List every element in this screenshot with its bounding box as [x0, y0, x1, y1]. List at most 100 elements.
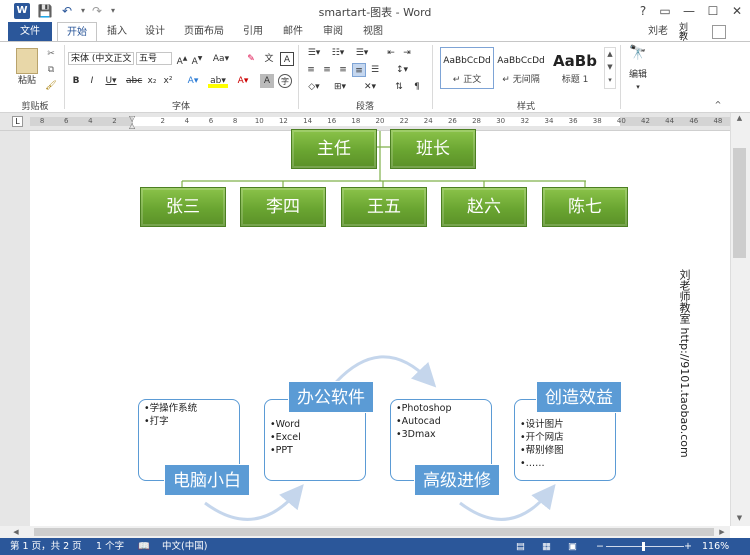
subscript-icon[interactable]: x₂ [146, 74, 158, 88]
scroll-down-icon[interactable]: ▼ [733, 514, 746, 524]
align-right-icon[interactable]: ≡ [336, 63, 350, 77]
font-name-combo[interactable]: 宋体 (中文正文 [68, 52, 134, 65]
ribbon-display-button[interactable]: ▭ [654, 2, 676, 20]
process-title-1[interactable]: 电脑小白 [164, 464, 250, 496]
increase-indent-icon[interactable]: ⇥ [400, 46, 414, 60]
org-node-3[interactable]: 王五 [341, 187, 427, 227]
quick-access-dropdown-icon[interactable]: ▾ [104, 3, 122, 19]
tab-selector[interactable]: L [12, 116, 23, 127]
enclose-char-icon[interactable]: 字 [278, 74, 292, 88]
paste-button[interactable]: 粘贴 [10, 74, 44, 88]
card-item: •Autocad [396, 416, 441, 427]
align-center-icon[interactable]: ≡ [320, 63, 334, 77]
print-layout-icon[interactable]: ▦ [542, 538, 551, 555]
text-effects-icon[interactable]: A▾ [184, 74, 202, 88]
multilevel-list-icon[interactable]: ☰▾ [352, 46, 372, 60]
char-shading-icon[interactable]: A [260, 74, 274, 88]
horizontal-scroll-thumb[interactable] [34, 528, 714, 536]
scroll-up-icon[interactable]: ▲ [733, 114, 746, 124]
zoom-level[interactable]: 116% [702, 538, 729, 555]
shrink-font-icon[interactable]: A▼ [190, 52, 204, 67]
shading-icon[interactable]: ◇▾ [304, 80, 324, 94]
tab-insert[interactable]: 插入 [100, 22, 134, 41]
user-name[interactable]: 刘老 [648, 22, 668, 41]
minimize-button[interactable]: — [678, 2, 700, 20]
web-layout-icon[interactable]: ▣ [568, 538, 577, 555]
decrease-indent-icon[interactable]: ⇤ [384, 46, 398, 60]
page-count[interactable]: 第 1 页，共 2 页 [10, 538, 82, 555]
ruler-tick-label: 44 [665, 117, 675, 125]
zoom-in-icon[interactable]: + [684, 538, 692, 555]
show-marks-icon[interactable]: ¶ [410, 80, 424, 94]
bullets-icon[interactable]: ☰▾ [304, 46, 324, 60]
card-item: •3Dmax [396, 429, 436, 440]
tab-file[interactable]: 文件 [8, 22, 52, 41]
change-case-icon[interactable]: Aa▾ [210, 52, 232, 66]
copy-icon[interactable]: ⧉ [44, 63, 58, 77]
italic-icon[interactable]: I [86, 74, 98, 88]
collapse-ribbon-icon[interactable]: ^ [712, 98, 724, 112]
tab-references[interactable]: 引用 [236, 22, 270, 41]
close-button[interactable]: ✕ [726, 2, 748, 20]
scroll-left-icon[interactable]: ◀ [10, 526, 22, 538]
user-avatar[interactable] [712, 25, 726, 39]
tab-layout[interactable]: 页面布局 [178, 22, 230, 41]
save-icon[interactable]: 💾 [36, 3, 54, 19]
vertical-scroll-thumb[interactable] [733, 148, 746, 258]
char-border-icon[interactable]: A [280, 52, 294, 66]
chinese-layout-icon[interactable]: ✕▾ [360, 80, 380, 94]
strikethrough-icon[interactable]: abc [126, 74, 142, 88]
grow-font-icon[interactable]: A▲ [175, 52, 189, 67]
align-left-icon[interactable]: ≡ [304, 63, 318, 77]
styles-scroll[interactable]: ▲ ▼ ▾ [604, 47, 616, 89]
org-node-4[interactable]: 赵六 [441, 187, 527, 227]
org-node-1[interactable]: 张三 [140, 187, 226, 227]
clear-format-icon[interactable]: ✎ [244, 52, 258, 66]
justify-icon[interactable]: ≡ [352, 63, 366, 77]
bold-icon[interactable]: B [70, 74, 82, 88]
tab-mailings[interactable]: 邮件 [276, 22, 310, 41]
org-node-2[interactable]: 李四 [240, 187, 326, 227]
superscript-icon[interactable]: x² [162, 74, 174, 88]
line-spacing-icon[interactable]: ↕▾ [392, 63, 412, 77]
zoom-out-icon[interactable]: − [596, 538, 604, 555]
phonetic-guide-icon[interactable]: 文 [262, 52, 276, 66]
borders-icon[interactable]: ⊞▾ [330, 80, 350, 94]
org-node-5[interactable]: 陈七 [542, 187, 628, 227]
find-binoculars-icon[interactable]: 🔭 [628, 46, 648, 64]
font-color-icon[interactable]: A▾ [234, 74, 252, 88]
word-count[interactable]: 1 个字 [96, 538, 124, 555]
process-title-2[interactable]: 办公软件 [288, 381, 374, 413]
paste-icon[interactable] [16, 48, 38, 74]
help-button[interactable]: ? [632, 2, 654, 20]
cut-icon[interactable]: ✂ [44, 47, 58, 61]
editing-dropdown-icon[interactable]: ▾ [632, 80, 644, 94]
proofing-icon[interactable]: 📖 [138, 538, 150, 555]
style-heading-1[interactable]: AaBb 标题 1 [548, 47, 602, 89]
zoom-slider[interactable] [606, 546, 684, 547]
tab-design[interactable]: 设计 [138, 22, 172, 41]
underline-icon[interactable]: U▾ [102, 74, 120, 88]
style-no-spacing[interactable]: AaBbCcDd ↵ 无间隔 [494, 47, 548, 89]
tab-review[interactable]: 审阅 [316, 22, 350, 41]
zoom-slider-thumb[interactable] [642, 542, 645, 551]
org-node-monitor[interactable]: 班长 [390, 129, 476, 169]
format-painter-icon[interactable]: 🖌 [44, 79, 58, 93]
process-title-3[interactable]: 高级进修 [414, 464, 500, 496]
sort-icon[interactable]: ⇅ [392, 80, 406, 94]
org-node-director[interactable]: 主任 [291, 129, 377, 169]
maximize-button[interactable]: ☐ [702, 2, 724, 20]
language-indicator[interactable]: 中文(中国) [162, 538, 207, 555]
document-page[interactable]: 主任 班长 张三 李四 王五 赵六 陈七 •学操作系统 •打字 电脑小白 •Wo… [30, 129, 670, 526]
read-mode-icon[interactable]: ▤ [516, 538, 525, 555]
style-normal[interactable]: AaBbCcDd ↵ 正文 [440, 47, 494, 89]
tab-home[interactable]: 开始 [57, 22, 97, 41]
scroll-right-icon[interactable]: ▶ [716, 526, 728, 538]
font-size-combo[interactable]: 五号 [136, 52, 172, 65]
numbering-icon[interactable]: ☷▾ [328, 46, 348, 60]
indent-marker-icon[interactable]: ▽ △ [129, 115, 137, 130]
process-title-4[interactable]: 创造效益 [536, 381, 622, 413]
highlight-icon[interactable]: ab▾ [208, 74, 228, 88]
tab-view[interactable]: 视图 [356, 22, 390, 41]
distributed-icon[interactable]: ☰ [368, 63, 382, 77]
